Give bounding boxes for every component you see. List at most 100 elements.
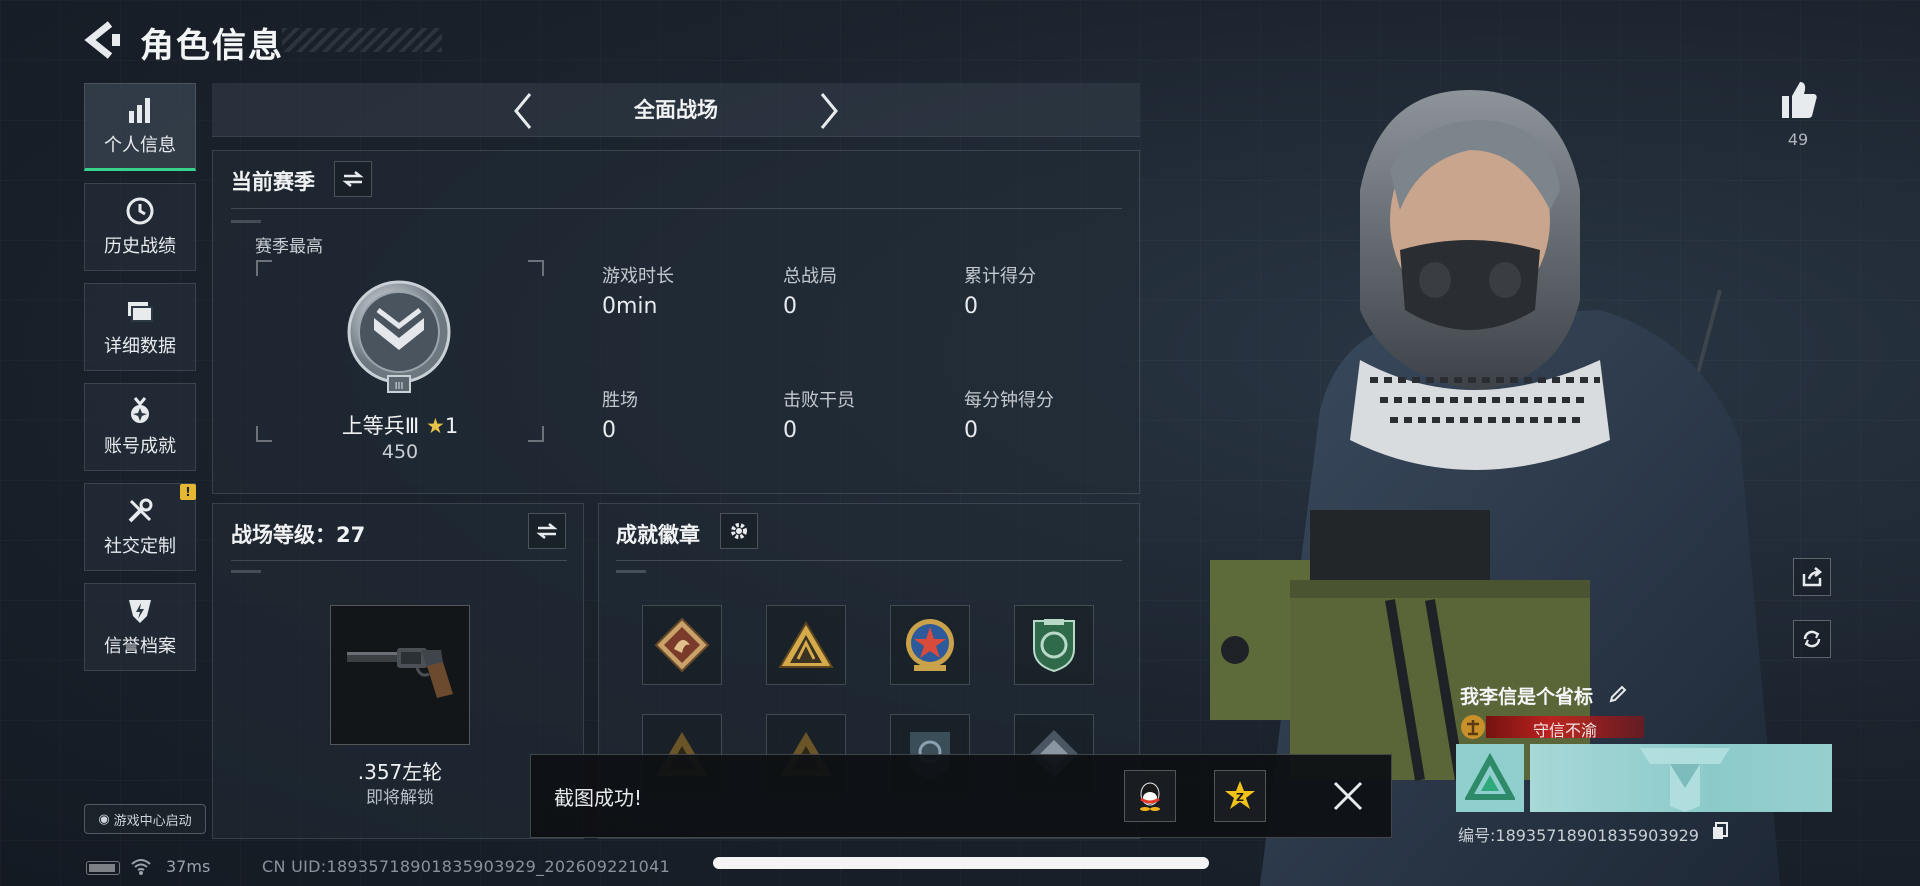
share-icon — [1802, 567, 1823, 587]
tools-icon — [128, 498, 153, 523]
achievement-badge[interactable] — [766, 605, 846, 685]
battery-icon — [86, 861, 120, 875]
season-title: 当前赛季 — [231, 170, 315, 194]
qq-icon — [1140, 782, 1160, 811]
rank-name: 上等兵Ⅲ — [341, 414, 420, 438]
achievement-badge[interactable] — [890, 605, 970, 685]
rank-info: 上等兵Ⅲ ★1 — [300, 410, 500, 440]
share-qzone-button[interactable]: Z — [1214, 770, 1266, 822]
weapon-name: .357左轮 — [357, 760, 443, 784]
player-title: 守信不渝 — [1532, 721, 1597, 740]
uid-text: CN UID:1893571890183590392​9_20260922104… — [262, 857, 671, 876]
qzone-star-icon: Z — [1225, 781, 1255, 809]
game-center-icon: ◉ — [98, 811, 110, 827]
copy-icon[interactable] — [1712, 822, 1728, 840]
toast-message: 截图成功! — [554, 786, 643, 810]
close-icon[interactable] — [1325, 773, 1371, 819]
likes-count: 49 — [1787, 130, 1809, 149]
sidebar-item-personal-info[interactable]: 个人信息 — [84, 83, 196, 171]
wifi-icon — [131, 859, 151, 875]
triangle-badge-icon — [778, 621, 834, 668]
mode-label: 全面战场 — [634, 98, 718, 122]
refresh-icon — [1803, 630, 1821, 648]
achievement-badge[interactable] — [642, 605, 722, 685]
divider — [616, 560, 1122, 561]
stat-value: 0 — [602, 418, 616, 443]
swap-icon — [342, 171, 364, 187]
edit-icon[interactable] — [1608, 684, 1628, 704]
player-name: 我李信是个省标 — [1460, 686, 1594, 708]
banner-emblem-icon — [1640, 748, 1730, 812]
stat-value: 0min — [602, 294, 658, 319]
chevron-left-icon[interactable] — [508, 90, 538, 132]
divider — [231, 208, 1122, 209]
sidebar-item-label: 历史战绩 — [104, 236, 176, 257]
weapon-status: 即将解锁 — [366, 788, 434, 808]
season-best-label: 赛季最高 — [255, 237, 323, 257]
frame-corner — [256, 260, 272, 276]
achievement-badge[interactable] — [1014, 605, 1094, 685]
stat-label: 游戏时长 — [602, 266, 674, 287]
achievements-settings-button[interactable] — [720, 513, 758, 549]
title-emblem-icon — [1461, 715, 1485, 739]
season-switch-button[interactable] — [334, 161, 372, 197]
game-center-label: 游戏中心启动 — [113, 813, 192, 829]
share-qq-button[interactable] — [1124, 770, 1176, 822]
stat-value: 0 — [964, 418, 978, 443]
stat-label: 累计得分 — [964, 266, 1036, 287]
frame-corner — [528, 426, 544, 442]
divider-tick — [231, 570, 261, 573]
stat-value: 0 — [783, 294, 797, 319]
rank-stars: 1 — [444, 414, 459, 438]
divider — [231, 560, 567, 561]
weapon-reward-card[interactable] — [330, 605, 470, 745]
back-arrow-icon[interactable] — [84, 20, 120, 60]
bar-chart-icon — [129, 98, 150, 123]
svg-text:III: III — [395, 381, 404, 392]
ping-value: 37ms — [166, 857, 211, 876]
dragon-badge-icon — [654, 617, 710, 673]
medal-icon — [131, 397, 149, 423]
page-title: 角色信息 — [140, 26, 284, 66]
sidebar-item-label: 信誉档案 — [104, 636, 176, 657]
stat-value: 0 — [783, 418, 797, 443]
player-id: 编号:18935718901835903929 — [1458, 826, 1699, 845]
stat-label: 每分钟得分 — [964, 390, 1054, 411]
battlefield-level-title: 战场等级：27 — [231, 519, 365, 549]
sidebar-item-label: 详细数据 — [104, 336, 176, 357]
sidebar-item-detailed-data[interactable]: 详细数据 — [84, 283, 196, 371]
clock-history-icon — [126, 197, 154, 225]
stat-value: 0 — [964, 294, 978, 319]
shield-bolt-icon — [129, 600, 151, 623]
gear-icon — [731, 523, 747, 539]
home-indicator[interactable] — [713, 857, 1209, 869]
title-decoration — [282, 28, 442, 52]
rank-score: 450 — [381, 441, 419, 463]
chevron-right-icon[interactable] — [814, 90, 844, 132]
stat-label: 总战局 — [783, 266, 837, 287]
rotate-button[interactable] — [1793, 620, 1831, 658]
stat-label: 胜场 — [602, 390, 638, 411]
game-center-launch-button[interactable]: ◉ 游戏中心启动 — [84, 804, 206, 834]
frame-corner — [528, 260, 544, 276]
sidebar-item-reputation[interactable]: 信誉档案 — [84, 583, 196, 671]
thumbs-up-icon[interactable] — [1778, 78, 1818, 122]
rank-emblem-icon: III — [347, 280, 451, 393]
triangle-logo-icon — [1465, 753, 1515, 800]
sidebar-item-achievements[interactable]: 账号成就 — [84, 383, 196, 471]
sidebar-item-label: 个人信息 — [104, 135, 176, 156]
card-logo — [1456, 744, 1524, 812]
sidebar-item-label: 社交定制 — [104, 536, 176, 557]
card-banner — [1530, 744, 1832, 812]
share-button[interactable] — [1793, 558, 1831, 596]
battlefield-level-label: 战场等级： — [231, 523, 336, 547]
achievements-title: 成就徽章 — [616, 523, 700, 547]
revolver-icon — [347, 648, 453, 698]
sidebar-item-history[interactable]: 历史战绩 — [84, 183, 196, 271]
battlefield-level-value: 27 — [336, 523, 366, 547]
swap-icon — [536, 523, 558, 539]
divider-tick — [616, 570, 646, 573]
level-switch-button[interactable] — [528, 513, 566, 549]
star-icon: ★ — [425, 414, 445, 438]
sidebar-item-label: 账号成就 — [104, 436, 176, 457]
